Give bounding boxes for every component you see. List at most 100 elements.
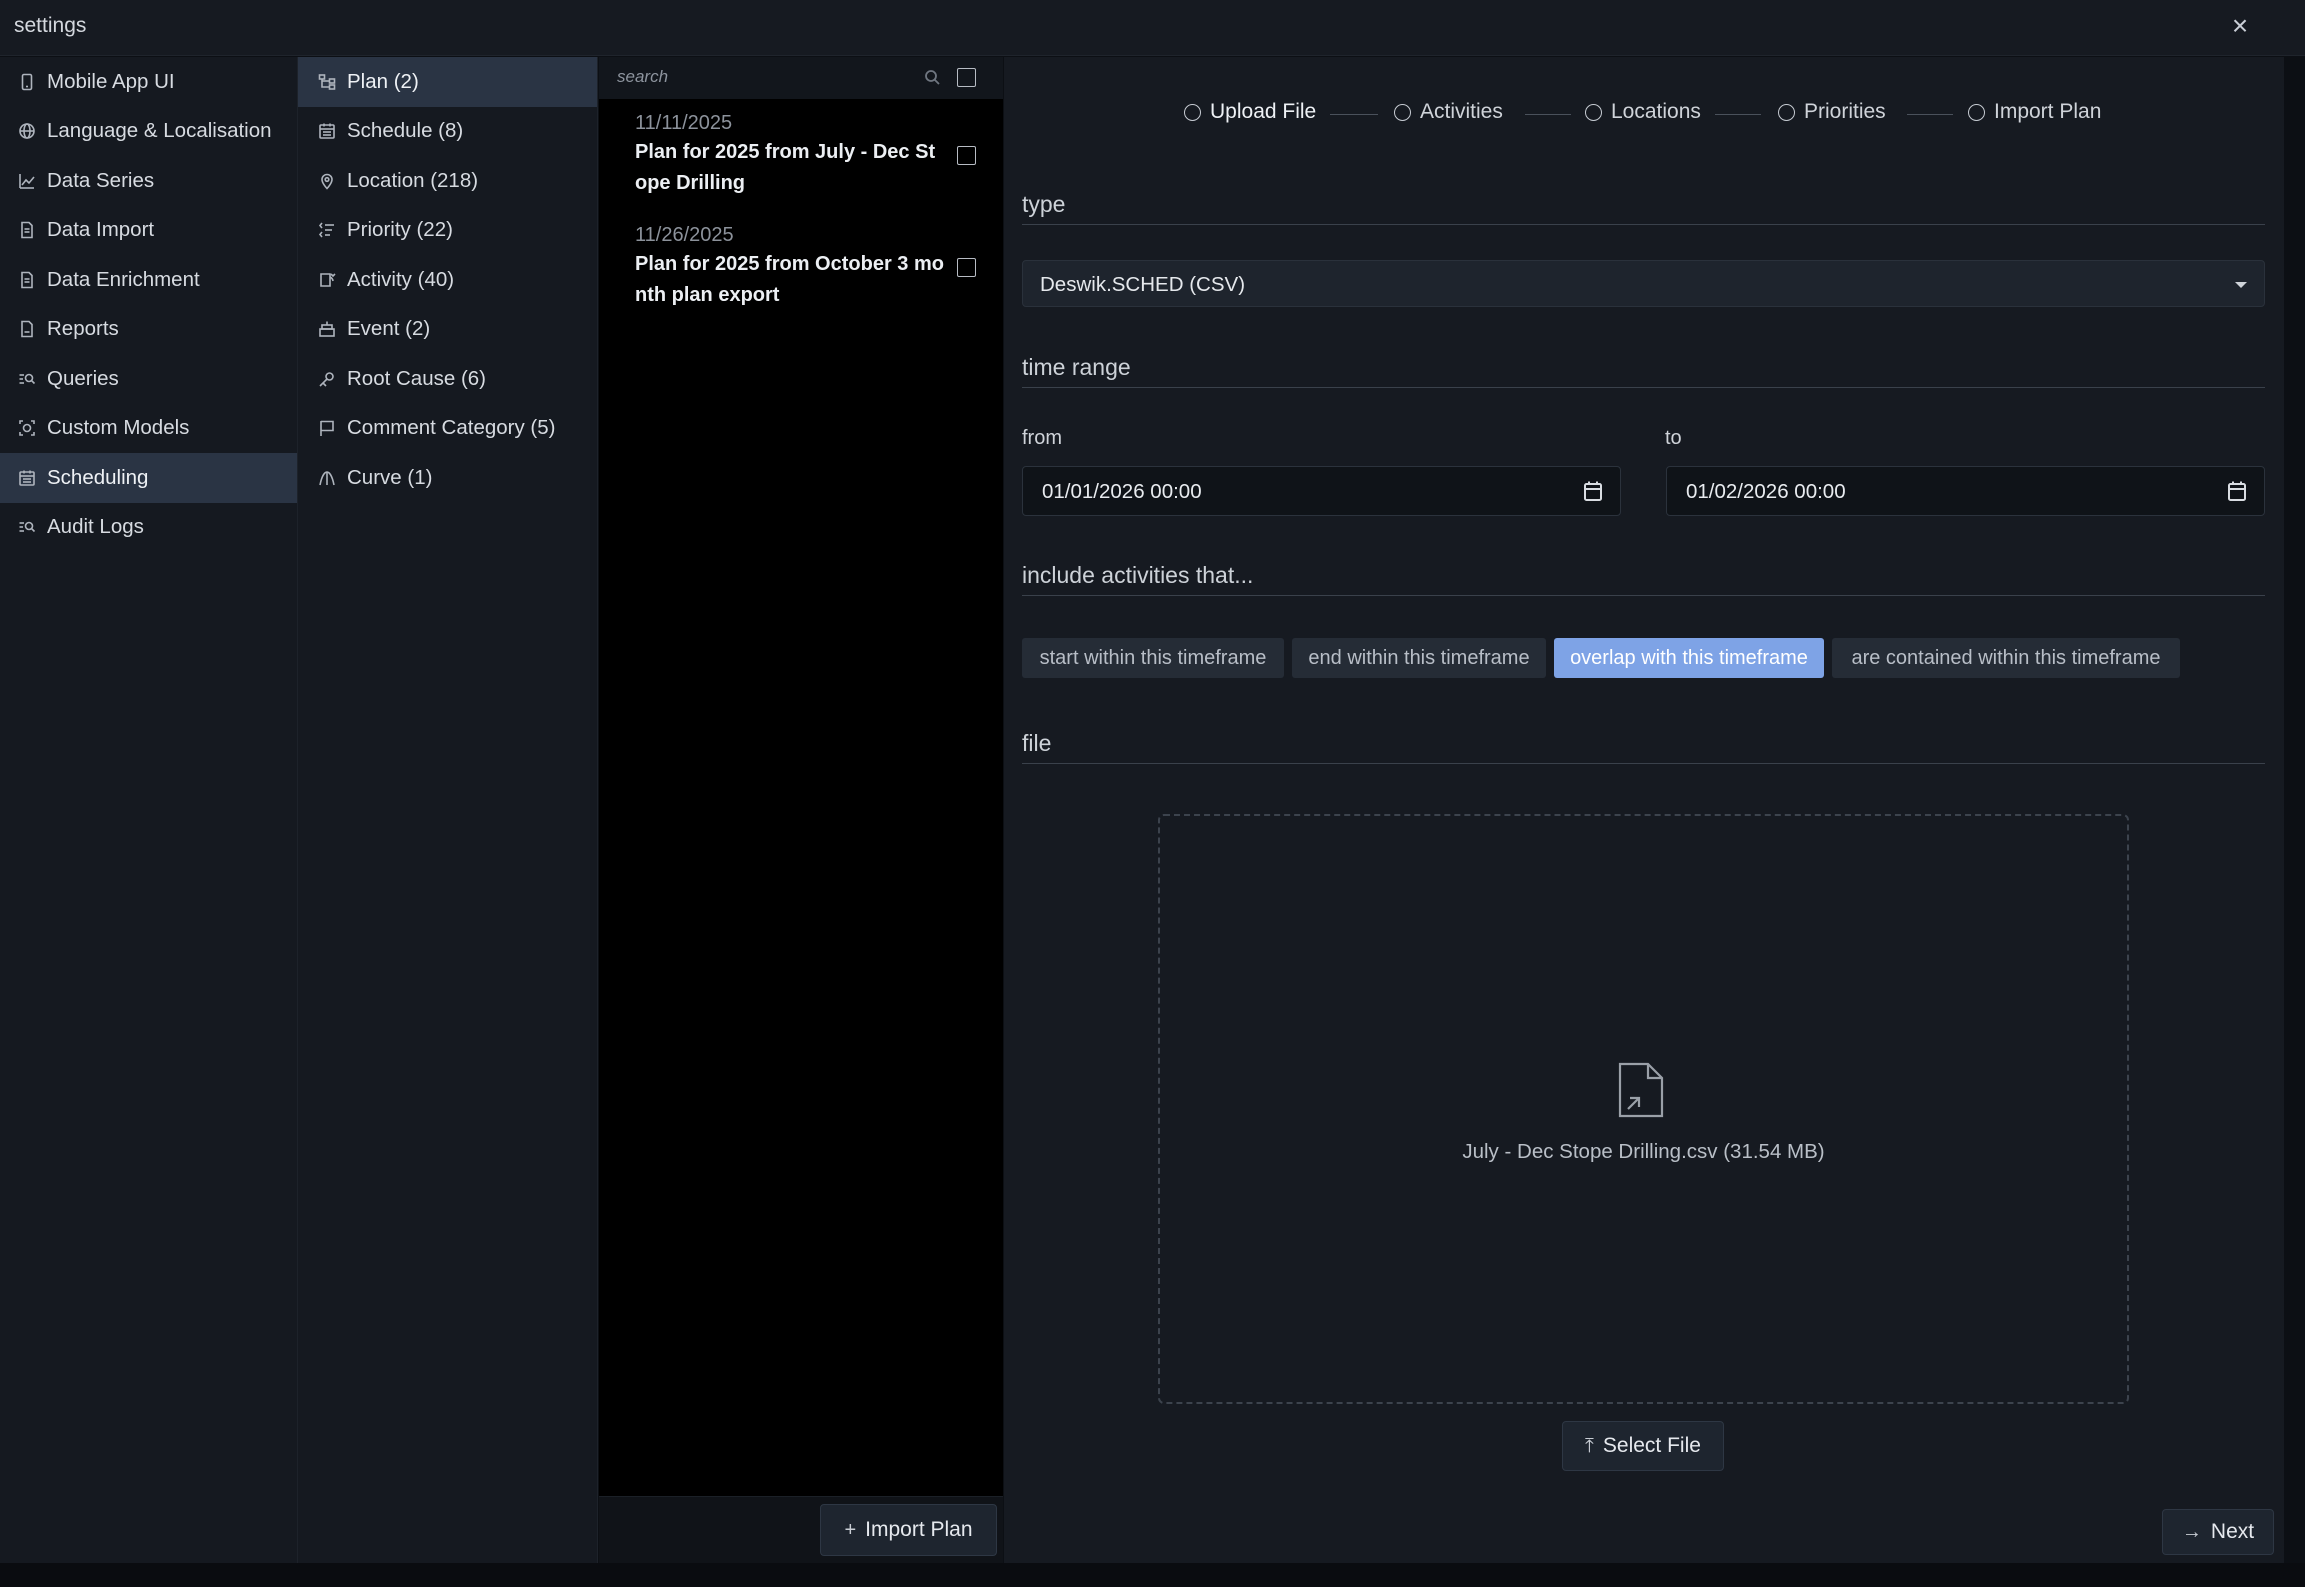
option-contained-within[interactable]: are contained within this timeframe [1832, 638, 2180, 678]
sidebar-item-label: Data Series [47, 168, 155, 192]
step-label: Locations [1611, 100, 1701, 123]
select-all-checkbox[interactable] [957, 68, 976, 87]
to-date-value: 01/02/2026 00:00 [1686, 480, 1846, 503]
sidebar-item-data-series[interactable]: Data Series [0, 156, 297, 206]
search-input[interactable]: search [617, 67, 668, 87]
step-label: Upload File [1210, 100, 1317, 123]
selected-file-name: July - Dec Stope Drilling.csv (31.54 MB) [1462, 1140, 1825, 1163]
sidebar-item-comment-category[interactable]: Comment Category (5) [298, 404, 597, 454]
sidebar-item-priority[interactable]: Priority (22) [298, 206, 597, 256]
sidebar-item-curve[interactable]: Curve (1) [298, 453, 597, 503]
plan-title: Plan for 2025 from October 3 month plan … [635, 253, 944, 306]
comment-flag-icon [316, 417, 338, 439]
sidebar-item-data-import[interactable]: Data Import [0, 206, 297, 256]
plan-list-footer: + Import Plan [599, 1496, 1003, 1563]
priority-icon [316, 219, 338, 241]
type-select-value: Deswik.SCHED (CSV) [1040, 273, 1246, 296]
step-connector [1715, 114, 1761, 115]
select-file-button[interactable]: ⤒ Select File [1562, 1421, 1724, 1471]
step-priorities[interactable]: Priorities [1778, 100, 1886, 124]
phone-icon [16, 71, 38, 93]
file-dropzone[interactable]: July - Dec Stope Drilling.csv (31.54 MB) [1158, 814, 2129, 1404]
plan-list-panel: search 11/11/2025 Plan for 2025 from Jul… [599, 57, 1003, 1563]
models-icon [16, 417, 38, 439]
file-shortcut-icon [1617, 1061, 1665, 1119]
sidebar-item-label: Schedule (8) [347, 119, 464, 143]
sidebar-item-mobile-app-ui[interactable]: Mobile App UI [0, 57, 297, 107]
list-item[interactable]: 11/26/2025 Plan for 2025 from October 3 … [635, 224, 995, 311]
type-heading: type [1022, 191, 2265, 225]
sidebar-item-label: Reports [47, 317, 119, 341]
step-circle-icon [1778, 103, 1795, 121]
sidebar-item-schedule[interactable]: Schedule (8) [298, 107, 597, 157]
step-label: Import Plan [1994, 100, 2102, 123]
step-circle-icon [1184, 103, 1201, 121]
step-import-plan[interactable]: Import Plan [1968, 100, 2101, 124]
activity-icon [316, 269, 338, 291]
root-cause-icon [316, 368, 338, 390]
sidebar-item-custom-models[interactable]: Custom Models [0, 404, 297, 454]
report-icon [16, 318, 38, 340]
upload-icon: ⤒ [1585, 1434, 1594, 1457]
sidebar-item-root-cause[interactable]: Root Cause (6) [298, 354, 597, 404]
import-plan-button[interactable]: + Import Plan [820, 1504, 997, 1556]
plan-checkbox[interactable] [957, 146, 976, 165]
sidebar-item-label: Language & Localisation [47, 119, 272, 143]
title-bar: settings × [0, 0, 2305, 56]
search-icon[interactable] [923, 68, 943, 88]
sidebar-item-label: Root Cause (6) [347, 366, 487, 390]
step-connector [1330, 114, 1378, 115]
sidebar-item-label: Queries [47, 366, 119, 390]
sidebar-item-label: Scheduling [47, 465, 149, 489]
to-date-input[interactable]: 01/02/2026 00:00 [1666, 466, 2265, 516]
location-pin-icon [316, 170, 338, 192]
sidebar-item-queries[interactable]: Queries [0, 354, 297, 404]
sidebar-item-scheduling[interactable]: Scheduling [0, 453, 297, 503]
sidebar-item-label: Data Import [47, 218, 155, 242]
sidebar-item-data-enrichment[interactable]: Data Enrichment [0, 255, 297, 305]
step-upload-file[interactable]: Upload File [1184, 100, 1316, 124]
to-label: to [1665, 427, 1682, 449]
from-date-value: 01/01/2026 00:00 [1042, 480, 1202, 503]
calendar-icon[interactable] [2227, 480, 2247, 502]
sidebar-item-reports[interactable]: Reports [0, 305, 297, 355]
close-icon[interactable]: × [2226, 12, 2254, 40]
step-circle-icon [1394, 103, 1411, 121]
step-activities[interactable]: Activities [1394, 100, 1503, 124]
event-icon [316, 318, 338, 340]
sidebar-item-activity[interactable]: Activity (40) [298, 255, 597, 305]
step-locations[interactable]: Locations [1585, 100, 1701, 124]
sidebar-item-label: Comment Category (5) [347, 416, 556, 440]
include-heading: include activities that... [1022, 562, 2265, 596]
sidebar-item-location[interactable]: Location (218) [298, 156, 597, 206]
step-circle-icon [1585, 103, 1602, 121]
sidebar-item-language[interactable]: Language & Localisation [0, 107, 297, 157]
sidebar-item-plan[interactable]: Plan (2) [298, 57, 597, 107]
step-connector [1525, 114, 1571, 115]
sidebar-item-label: Event (2) [347, 317, 431, 341]
from-date-input[interactable]: 01/01/2026 00:00 [1022, 466, 1621, 516]
background-strip [0, 1563, 2305, 1587]
option-end-within[interactable]: end within this timeframe [1292, 638, 1546, 678]
curve-icon [316, 467, 338, 489]
step-connector [1907, 114, 1953, 115]
sidebar-item-audit-logs[interactable]: Audit Logs [0, 503, 297, 553]
next-button[interactable]: → Next [2162, 1509, 2274, 1555]
calendar-icon[interactable] [1583, 480, 1603, 502]
line-chart-icon [16, 170, 38, 192]
document-icon [16, 269, 38, 291]
type-select[interactable]: Deswik.SCHED (CSV) [1022, 260, 2265, 307]
sidebar-item-event[interactable]: Event (2) [298, 305, 597, 355]
query-icon [16, 516, 38, 538]
step-label: Priorities [1804, 100, 1886, 123]
list-item[interactable]: 11/11/2025 Plan for 2025 from July - Dec… [635, 112, 995, 199]
step-circle-icon [1968, 103, 1985, 121]
query-icon [16, 368, 38, 390]
plan-checkbox[interactable] [957, 258, 976, 277]
option-overlap[interactable]: overlap with this timeframe [1554, 638, 1824, 678]
plan-title: Plan for 2025 from July - Dec Stope Dril… [635, 141, 936, 194]
sidebar-item-label: Curve (1) [347, 465, 433, 489]
import-wizard: Upload File Activities Locations Priorit… [1004, 57, 2284, 1563]
option-start-within[interactable]: start within this timeframe [1022, 638, 1284, 678]
sidebar-item-label: Plan (2) [347, 69, 419, 93]
